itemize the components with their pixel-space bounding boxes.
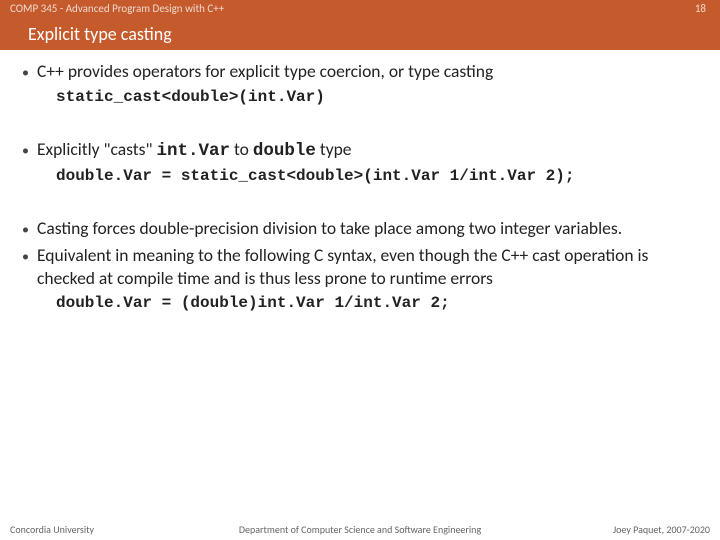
slide-content: • C++ provides operators for explicit ty… [0, 50, 720, 314]
bullet-item: • Equivalent in meaning to the following… [22, 244, 698, 290]
slide-number: 18 [695, 2, 706, 15]
bullet-item: • C++ provides operators for explicit ty… [22, 60, 698, 83]
text-fragment: to [230, 138, 253, 160]
bullet-dot-icon: • [22, 64, 29, 83]
text-fragment: type [316, 138, 352, 160]
bullet-dot-icon: • [22, 142, 29, 163]
footer-center: Department of Computer Science and Softw… [239, 523, 481, 536]
code-block: double.Var = static_cast<double>(int.Var… [56, 166, 698, 187]
bullet-text: Equivalent in meaning to the following C… [37, 244, 698, 290]
text-fragment: Explicitly "casts" [37, 138, 157, 160]
code-block: double.Var = (double)int.Var 1/int.Var 2… [56, 293, 698, 314]
bullet-item: • Casting forces double-precision divisi… [22, 217, 698, 240]
footer: Concordia University Department of Compu… [0, 520, 720, 540]
footer-right: Joey Paquet, 2007-2020 [613, 523, 710, 536]
inline-code: int.Var [157, 141, 231, 161]
footer-left: Concordia University [10, 523, 94, 536]
header-bar: COMP 345 - Advanced Program Design with … [0, 0, 720, 50]
code-block: static_cast<double>(int.Var) [56, 87, 698, 108]
inline-code: double [253, 141, 316, 161]
bullet-text: Casting forces double-precision division… [37, 217, 698, 240]
bullet-item: • Explicitly "casts" int.Var to double t… [22, 138, 698, 163]
bullet-text: C++ provides operators for explicit type… [37, 60, 698, 83]
course-label: COMP 345 - Advanced Program Design with … [10, 2, 224, 15]
bullet-text: Explicitly "casts" int.Var to double typ… [37, 138, 698, 163]
bullet-dot-icon: • [22, 221, 29, 240]
bullet-dot-icon: • [22, 248, 29, 290]
slide-title: Explicit type casting [28, 23, 172, 45]
